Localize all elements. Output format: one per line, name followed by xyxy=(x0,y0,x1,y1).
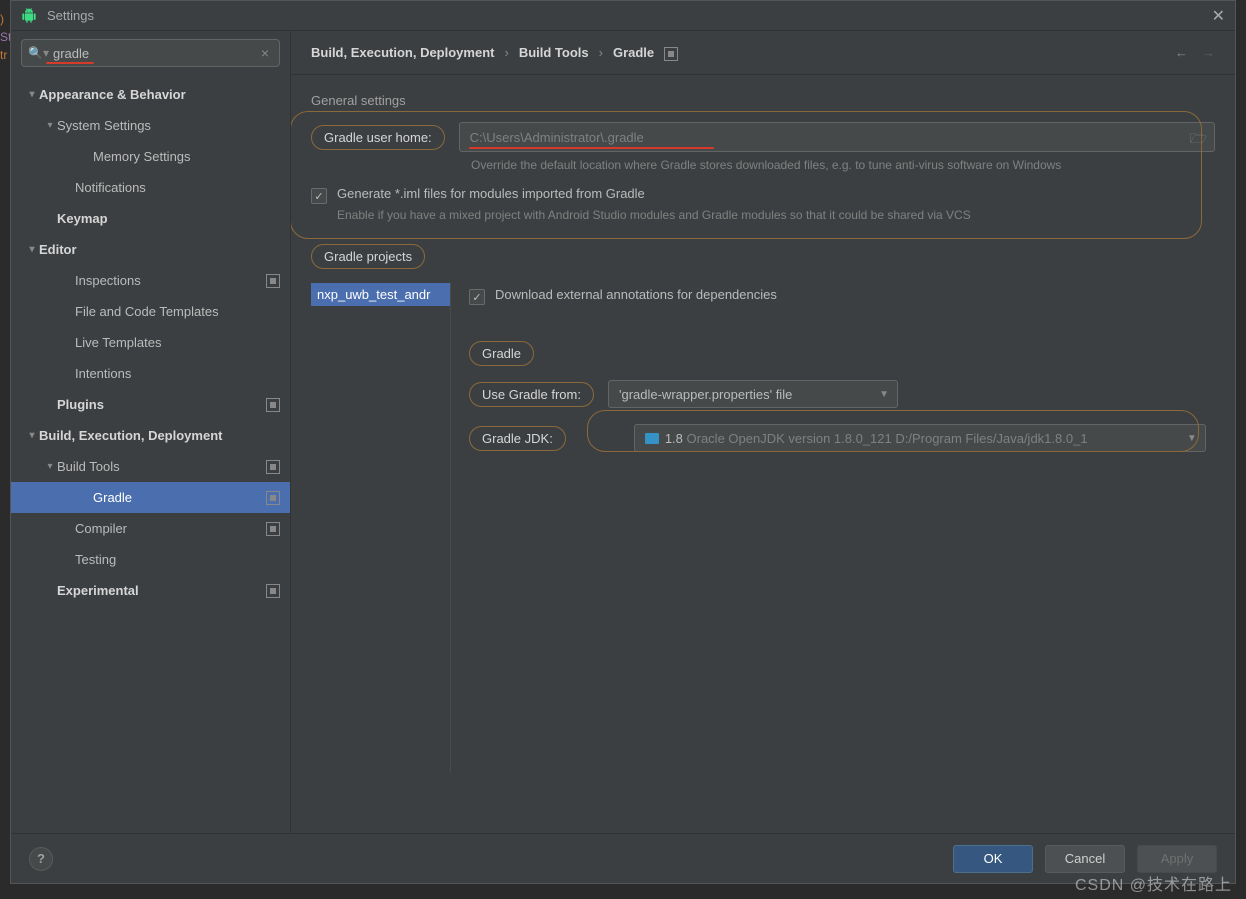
tree-notifications[interactable]: Notifications xyxy=(11,172,290,203)
chevron-down-icon: ▼ xyxy=(1187,433,1197,444)
gradle-jdk-label: Gradle JDK: xyxy=(469,426,566,451)
gradle-jdk-select[interactable]: 1.8 Oracle OpenJDK version 1.8.0_121 D:/… xyxy=(634,424,1206,452)
tree-editor[interactable]: ▾Editor xyxy=(11,234,290,265)
chevron-down-icon: ▼ xyxy=(879,389,889,400)
annotation-underline xyxy=(46,62,94,64)
tree-memory-settings[interactable]: Memory Settings xyxy=(11,141,290,172)
tree-intentions[interactable]: Intentions xyxy=(11,358,290,389)
gradle-user-home-hint: Override the default location where Grad… xyxy=(471,158,1215,172)
content: General settings Gradle user home: C:\Us… xyxy=(291,75,1235,833)
help-button[interactable]: ? xyxy=(29,847,53,871)
search-box[interactable]: 🔍▾ × xyxy=(21,39,280,67)
profile-icon xyxy=(266,274,280,288)
tree-keymap[interactable]: Keymap xyxy=(11,203,290,234)
profile-icon xyxy=(266,522,280,536)
tree-file-code-templates[interactable]: File and Code Templates xyxy=(11,296,290,327)
tree-compiler[interactable]: Compiler xyxy=(11,513,290,544)
profile-icon xyxy=(266,584,280,598)
generate-iml-checkbox[interactable] xyxy=(311,188,327,204)
settings-tree: ▾Appearance & Behavior ▾System Settings … xyxy=(11,75,290,833)
gradle-project-item[interactable]: nxp_uwb_test_andr xyxy=(311,283,450,306)
gradle-user-home-label: Gradle user home: xyxy=(311,125,445,150)
chevron-right-icon: › xyxy=(599,45,603,60)
footer: ? OK Cancel Apply xyxy=(11,833,1235,883)
cancel-button[interactable]: Cancel xyxy=(1045,845,1125,873)
profile-icon xyxy=(664,47,678,61)
annotation-underline xyxy=(469,147,714,149)
folder-icon xyxy=(645,433,659,444)
android-icon xyxy=(21,8,37,24)
ok-button[interactable]: OK xyxy=(953,845,1033,873)
gradle-subsection-title: Gradle xyxy=(469,341,534,366)
profile-icon xyxy=(266,491,280,505)
nav-back-icon[interactable]: ← xyxy=(1175,45,1188,60)
tree-inspections[interactable]: Inspections xyxy=(11,265,290,296)
tree-testing[interactable]: Testing xyxy=(11,544,290,575)
gradle-project-list[interactable]: nxp_uwb_test_andr xyxy=(311,283,451,773)
apply-button[interactable]: Apply xyxy=(1137,845,1217,873)
gradle-projects-title: Gradle projects xyxy=(311,244,425,269)
tree-appearance[interactable]: ▾Appearance & Behavior xyxy=(11,79,290,110)
tree-build[interactable]: ▾Build, Execution, Deployment xyxy=(11,420,290,451)
tree-live-templates[interactable]: Live Templates xyxy=(11,327,290,358)
download-annotations-checkbox[interactable] xyxy=(469,289,485,305)
gradle-jdk-version: 1.8 xyxy=(665,431,683,446)
crumb-gradle[interactable]: Gradle xyxy=(613,45,654,60)
download-annotations-label[interactable]: Download external annotations for depend… xyxy=(495,287,777,302)
search-input[interactable] xyxy=(49,46,257,61)
use-gradle-from-select[interactable]: 'gradle-wrapper.properties' file ▼ xyxy=(608,380,898,408)
tree-experimental[interactable]: Experimental xyxy=(11,575,290,606)
titlebar: Settings ✕ xyxy=(11,1,1235,31)
tree-gradle[interactable]: Gradle xyxy=(11,482,290,513)
generate-iml-hint: Enable if you have a mixed project with … xyxy=(337,208,1215,222)
crumb-build-tools[interactable]: Build Tools xyxy=(519,45,589,60)
sidebar: 🔍▾ × ▾Appearance & Behavior ▾System Sett… xyxy=(11,31,291,833)
settings-window: Settings ✕ 🔍▾ × ▾Appearance & Behavior ▾… xyxy=(10,0,1236,884)
general-settings-title: General settings xyxy=(311,93,1215,108)
use-gradle-from-value: 'gradle-wrapper.properties' file xyxy=(619,387,792,402)
nav-forward-icon: → xyxy=(1202,45,1215,60)
generate-iml-label[interactable]: Generate *.iml files for modules importe… xyxy=(337,186,645,201)
gradle-user-home-placeholder: C:\Users\Administrator\.gradle xyxy=(470,130,644,145)
window-title: Settings xyxy=(47,8,1212,23)
chevron-right-icon: › xyxy=(504,45,508,60)
gradle-jdk-detail: Oracle OpenJDK version 1.8.0_121 D:/Prog… xyxy=(687,431,1088,446)
window-body: 🔍▾ × ▾Appearance & Behavior ▾System Sett… xyxy=(11,31,1235,833)
close-icon[interactable]: ✕ xyxy=(1212,6,1225,26)
profile-icon xyxy=(266,398,280,412)
use-gradle-from-label: Use Gradle from: xyxy=(469,382,594,407)
tree-build-tools[interactable]: ▾Build Tools xyxy=(11,451,290,482)
breadcrumb: Build, Execution, Deployment › Build Too… xyxy=(291,31,1235,75)
crumb-build[interactable]: Build, Execution, Deployment xyxy=(311,45,494,60)
tree-system-settings[interactable]: ▾System Settings xyxy=(11,110,290,141)
profile-icon xyxy=(266,460,280,474)
tree-plugins[interactable]: Plugins xyxy=(11,389,290,420)
clear-search-icon[interactable]: × xyxy=(257,45,273,61)
main-panel: Build, Execution, Deployment › Build Too… xyxy=(291,31,1235,833)
browse-folder-icon[interactable]: 🗁 xyxy=(1190,128,1207,152)
search-icon: 🔍▾ xyxy=(28,46,49,60)
